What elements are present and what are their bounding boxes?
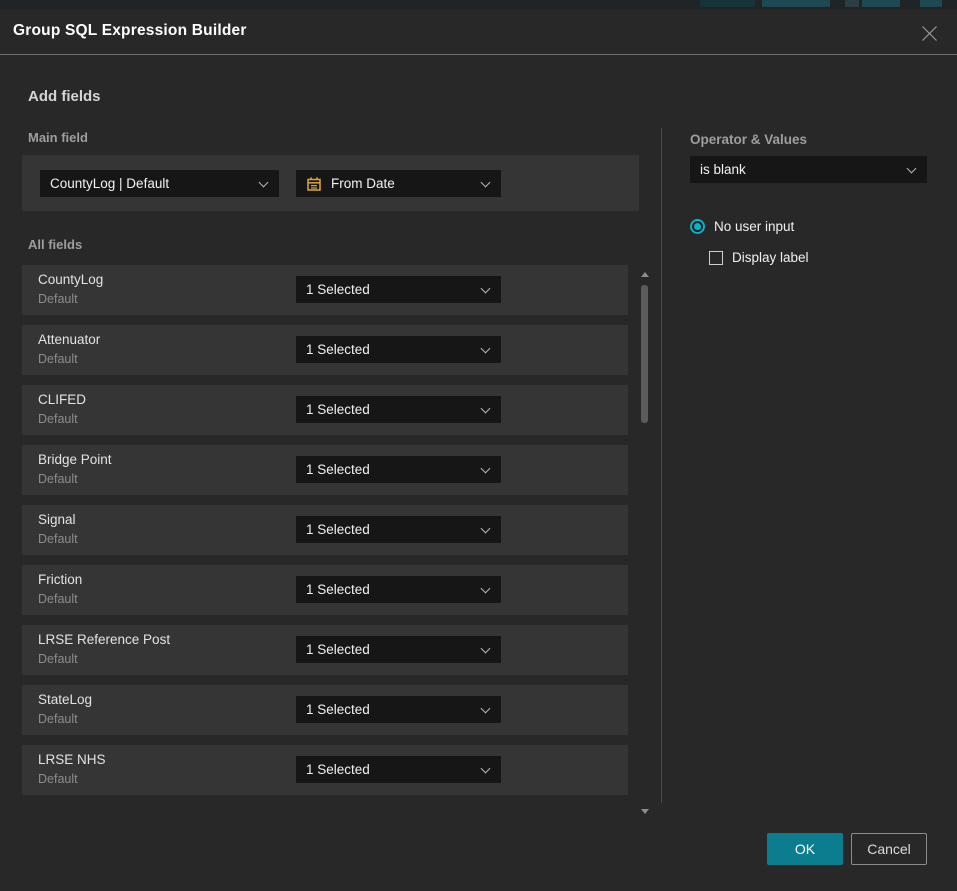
- field-name: Signal: [38, 512, 76, 527]
- chevron-down-icon: [259, 178, 269, 188]
- selected-count: 1 Selected: [306, 282, 370, 297]
- main-field-panel: CountyLog | Default From Date: [22, 155, 639, 211]
- field-subtitle: Default: [38, 532, 78, 546]
- scroll-down-icon[interactable]: [641, 809, 649, 814]
- dialog-title: Group SQL Expression Builder: [13, 22, 247, 40]
- ok-button[interactable]: OK: [767, 833, 843, 865]
- scrollbar-thumb[interactable]: [641, 285, 648, 423]
- chevron-down-icon: [481, 704, 491, 714]
- checkbox-label: Display label: [732, 250, 809, 265]
- field-subtitle: Default: [38, 412, 78, 426]
- chevron-down-icon: [481, 644, 491, 654]
- field-name: StateLog: [38, 692, 92, 707]
- group-sql-expression-builder-dialog: Group SQL Expression Builder Add fields …: [0, 10, 957, 891]
- field-subtitle: Default: [38, 712, 78, 726]
- selected-count: 1 Selected: [306, 342, 370, 357]
- operator-select[interactable]: is blank: [690, 156, 927, 183]
- selected-count: 1 Selected: [306, 642, 370, 657]
- scroll-up-icon[interactable]: [641, 272, 649, 277]
- dialog-header: Group SQL Expression Builder: [0, 10, 957, 55]
- field-selected-dropdown[interactable]: 1 Selected: [296, 516, 501, 543]
- field-selected-dropdown[interactable]: 1 Selected: [296, 576, 501, 603]
- field-row-lrse-nhs: LRSE NHS Default 1 Selected: [22, 745, 628, 795]
- field-selected-dropdown[interactable]: 1 Selected: [296, 276, 501, 303]
- field-subtitle: Default: [38, 292, 78, 306]
- backdrop-fragment: [762, 0, 830, 7]
- operator-value: is blank: [700, 162, 746, 177]
- backdrop-fragment: [920, 0, 942, 7]
- field-name: Friction: [38, 572, 82, 587]
- background-app-strip: [0, 0, 957, 10]
- field-subtitle: Default: [38, 772, 78, 786]
- field-selected-dropdown[interactable]: 1 Selected: [296, 456, 501, 483]
- add-fields-heading: Add fields: [28, 88, 101, 105]
- close-icon: [921, 25, 938, 42]
- selected-count: 1 Selected: [306, 462, 370, 477]
- field-selected-dropdown[interactable]: 1 Selected: [296, 396, 501, 423]
- field-row-clifed: CLIFED Default 1 Selected: [22, 385, 628, 435]
- selected-count: 1 Selected: [306, 402, 370, 417]
- cancel-button[interactable]: Cancel: [851, 833, 927, 865]
- field-row-signal: Signal Default 1 Selected: [22, 505, 628, 555]
- calendar-date-icon: [306, 176, 322, 192]
- panel-divider: [661, 128, 662, 803]
- field-selected-dropdown[interactable]: 1 Selected: [296, 636, 501, 663]
- chevron-down-icon: [907, 164, 917, 174]
- selected-count: 1 Selected: [306, 762, 370, 777]
- field-name: CountyLog: [38, 272, 103, 287]
- chevron-down-icon: [481, 584, 491, 594]
- field-subtitle: Default: [38, 652, 78, 666]
- no-user-input-radio[interactable]: No user input: [690, 219, 794, 234]
- field-row-statelog: StateLog Default 1 Selected: [22, 685, 628, 735]
- chevron-down-icon: [481, 464, 491, 474]
- main-field-field-select[interactable]: From Date: [296, 170, 501, 197]
- selected-count: 1 Selected: [306, 522, 370, 537]
- chevron-down-icon: [481, 344, 491, 354]
- field-name: Bridge Point: [38, 452, 112, 467]
- field-selected-dropdown[interactable]: 1 Selected: [296, 696, 501, 723]
- field-row-attenuator: Attenuator Default 1 Selected: [22, 325, 628, 375]
- field-row-lrse-reference-post: LRSE Reference Post Default 1 Selected: [22, 625, 628, 675]
- field-name: CLIFED: [38, 392, 86, 407]
- main-field-label: Main field: [28, 130, 88, 145]
- field-name: Attenuator: [38, 332, 100, 347]
- field-name: LRSE Reference Post: [38, 632, 170, 647]
- field-row-bridge-point: Bridge Point Default 1 Selected: [22, 445, 628, 495]
- field-name: LRSE NHS: [38, 752, 106, 767]
- display-label-checkbox[interactable]: Display label: [709, 250, 809, 265]
- field-subtitle: Default: [38, 592, 78, 606]
- field-row-friction: Friction Default 1 Selected: [22, 565, 628, 615]
- backdrop-fragment: [862, 0, 900, 7]
- list-scrollbar[interactable]: [638, 268, 650, 818]
- backdrop-fragment: [845, 0, 859, 7]
- chevron-down-icon: [481, 524, 491, 534]
- chevron-down-icon: [481, 404, 491, 414]
- chevron-down-icon: [481, 178, 491, 188]
- close-button[interactable]: [911, 15, 947, 51]
- radio-label: No user input: [714, 219, 794, 234]
- operator-values-heading: Operator & Values: [690, 132, 807, 147]
- chevron-down-icon: [481, 284, 491, 294]
- checkbox-unchecked-icon: [709, 251, 723, 265]
- main-field-field-value: From Date: [331, 176, 395, 191]
- selected-count: 1 Selected: [306, 582, 370, 597]
- field-selected-dropdown[interactable]: 1 Selected: [296, 336, 501, 363]
- main-field-source-select[interactable]: CountyLog | Default: [40, 170, 279, 197]
- chevron-down-icon: [481, 764, 491, 774]
- backdrop-fragment: [700, 0, 755, 7]
- all-fields-label: All fields: [28, 237, 82, 252]
- screen: Group SQL Expression Builder Add fields …: [0, 0, 957, 891]
- main-field-source-value: CountyLog | Default: [50, 176, 169, 191]
- field-selected-dropdown[interactable]: 1 Selected: [296, 756, 501, 783]
- selected-count: 1 Selected: [306, 702, 370, 717]
- field-subtitle: Default: [38, 472, 78, 486]
- field-subtitle: Default: [38, 352, 78, 366]
- field-row-countylog: CountyLog Default 1 Selected: [22, 265, 628, 315]
- radio-selected-icon: [690, 219, 705, 234]
